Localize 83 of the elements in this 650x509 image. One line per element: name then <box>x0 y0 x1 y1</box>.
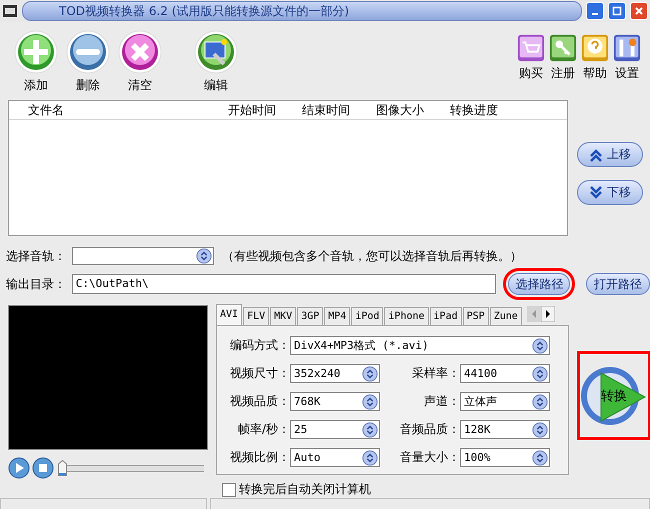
add-button[interactable]: 添加 <box>10 30 62 94</box>
add-icon <box>14 30 58 74</box>
format-tab[interactable]: iPad <box>430 307 462 325</box>
tools-button[interactable]: 设置 <box>612 34 642 82</box>
setting-label: 采样率： <box>411 365 460 382</box>
key-icon <box>549 34 577 62</box>
encoding-label: 编码方式： <box>229 337 290 354</box>
help-button[interactable]: 帮助 <box>580 34 610 82</box>
spin-icon <box>362 422 378 438</box>
spin-icon <box>532 338 548 354</box>
edit-button[interactable]: 编辑 <box>190 30 242 94</box>
output-dir-label: 输出目录： <box>6 276 67 292</box>
format-tab[interactable]: iPhone <box>384 307 429 325</box>
clear-icon <box>118 30 162 74</box>
setting-label: 声道： <box>423 393 460 410</box>
setting-label: 视频尺寸： <box>229 365 290 382</box>
spin-icon <box>532 366 548 382</box>
maximize-icon <box>612 6 622 16</box>
format-tab[interactable]: MP4 <box>324 307 350 325</box>
stop-icon[interactable] <box>32 457 54 479</box>
file-list[interactable]: 文件名 开始时间 结束时间 图像大小 转换进度 <box>8 100 568 236</box>
shutdown-label: 转换完后自动关闭计算机 <box>239 481 371 498</box>
open-folder-button[interactable]: 打开路径 <box>586 273 650 295</box>
column-header[interactable]: 转换进度 <box>446 101 520 119</box>
spin-icon <box>362 394 378 410</box>
audio-track-dropdown[interactable] <box>72 247 214 265</box>
output-dir-field[interactable]: C:\OutPath\ <box>72 274 496 294</box>
minimize-button[interactable] <box>586 2 604 20</box>
spin-icon <box>532 450 548 466</box>
double-chevron-down-icon <box>589 186 603 200</box>
setting-label: 视频比例： <box>229 449 290 466</box>
spin-icon <box>362 366 378 382</box>
remove-button[interactable]: 删除 <box>62 30 114 94</box>
format-tab[interactable]: MKV <box>270 307 296 325</box>
column-header[interactable]: 文件名 <box>9 101 224 119</box>
column-header[interactable]: 结束时间 <box>298 101 372 119</box>
spin-icon <box>362 450 378 466</box>
close-button[interactable] <box>630 2 648 20</box>
format-tab[interactable]: iPod <box>351 307 384 325</box>
format-tab[interactable]: FLV <box>243 307 270 325</box>
audio-track-label: 选择音轨： <box>6 248 67 264</box>
move-down-button[interactable]: 下移 <box>577 180 643 205</box>
column-header[interactable]: 图像大小 <box>372 101 446 119</box>
move-up-button[interactable]: 上移 <box>577 142 643 167</box>
setting-label: 帧率/秒： <box>236 421 290 438</box>
clear-button[interactable]: 清空 <box>114 30 166 94</box>
setting-dropdown[interactable]: 立体声 <box>460 392 550 411</box>
slider-thumb[interactable] <box>58 460 67 476</box>
setting-dropdown[interactable]: 352x240 <box>290 364 380 383</box>
format-tab[interactable]: AVI <box>216 304 242 325</box>
play-icon[interactable] <box>8 457 30 479</box>
edit-icon <box>194 30 238 74</box>
setting-dropdown[interactable]: 768K <box>290 392 380 411</box>
key-button[interactable]: 注册 <box>548 34 578 82</box>
setting-dropdown[interactable]: Auto <box>290 448 380 467</box>
spin-icon <box>532 422 548 438</box>
setting-label: 视频品质： <box>229 393 290 410</box>
setting-label: 音频品质： <box>399 421 460 438</box>
spin-icon <box>532 394 548 410</box>
format-tab[interactable]: PSP <box>462 307 489 325</box>
remove-icon <box>66 30 110 74</box>
setting-dropdown[interactable]: 44100 <box>460 364 550 383</box>
format-tab[interactable]: 3GP <box>297 307 324 325</box>
minimize-icon <box>592 13 598 15</box>
scroll-right-icon[interactable] <box>540 306 555 322</box>
tools-icon <box>613 34 641 62</box>
window-title: TOD视频转换器 6.2 (试用版只能转换源文件的一部分) <box>22 1 582 21</box>
setting-label: 音量大小： <box>399 449 460 466</box>
format-tab[interactable]: Zune <box>490 307 522 325</box>
spin-icon <box>196 248 212 264</box>
cart-icon <box>517 34 545 62</box>
help-icon <box>581 34 609 62</box>
maximize-button[interactable] <box>608 2 626 20</box>
double-chevron-up-icon <box>589 148 603 162</box>
column-header[interactable]: 开始时间 <box>224 101 298 119</box>
setting-dropdown[interactable]: 25 <box>290 420 380 439</box>
audio-track-hint: （有些视频包含多个音轨，您可以选择音轨后再转换。） <box>222 248 522 264</box>
setting-dropdown[interactable]: 100% <box>460 448 550 467</box>
setting-dropdown[interactable]: 128K <box>460 420 550 439</box>
close-icon <box>634 6 644 16</box>
checkbox[interactable] <box>222 482 236 496</box>
cart-button[interactable]: 购买 <box>516 34 546 82</box>
encoding-dropdown[interactable]: DivX4+MP3格式 (*.avi) <box>290 336 550 355</box>
